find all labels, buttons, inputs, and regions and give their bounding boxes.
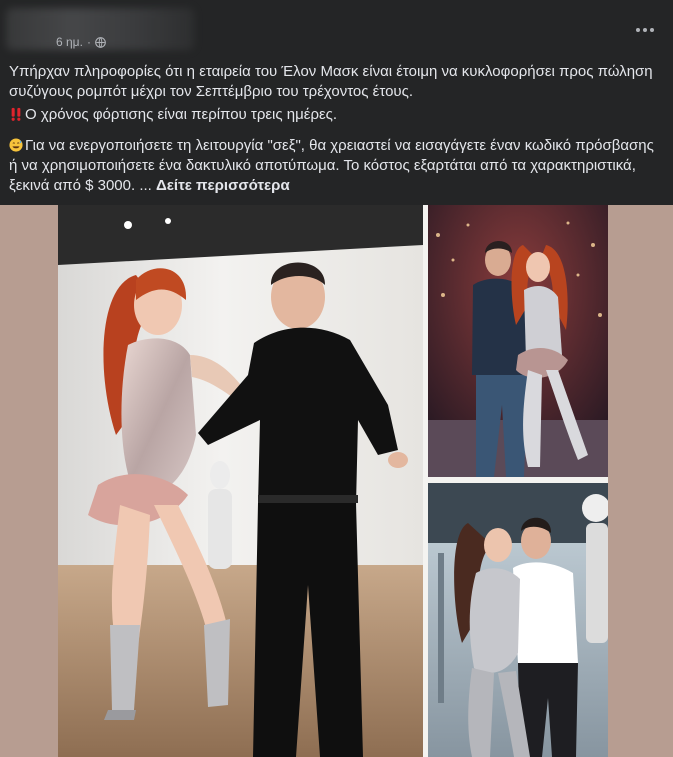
globe-icon: [95, 36, 106, 48]
post-paragraph-3: Για να ενεργοποιήσετε τη λειτουργία "σεξ…: [9, 136, 659, 196]
post-paragraph-1: Υπήρχαν πληροφορίες ότι η εταιρεία του Έ…: [9, 63, 653, 100]
post-paragraph-2: Ο χρόνος φόρτισης είναι περίπου τρεις ημ…: [9, 105, 659, 125]
meta-separator: ·: [86, 35, 91, 49]
facebook-post: 6 ημ. · Υπήρχαν πληροφορίες ότι η εταιρε…: [0, 0, 673, 757]
post-media[interactable]: [0, 205, 673, 757]
photo-collage[interactable]: [58, 205, 608, 757]
bottom-right-photo[interactable]: [428, 483, 608, 757]
post-meta: 6 ημ. ·: [56, 35, 106, 49]
post-header: 6 ημ. ·: [0, 0, 673, 56]
double-exclamation-icon: [11, 107, 21, 121]
paragraph-2-text: Ο χρόνος φόρτισης είναι περίπου τρεις ημ…: [25, 106, 338, 123]
see-more-link[interactable]: Δείτε περισσότερα: [156, 177, 290, 194]
grinning-sweat-face-icon: [9, 138, 23, 152]
top-right-photo[interactable]: [428, 205, 608, 477]
more-options-icon[interactable]: [631, 20, 659, 40]
post-timestamp[interactable]: 6 ημ.: [56, 35, 83, 49]
main-photo[interactable]: [58, 205, 423, 757]
paragraph-3-text: Για να ενεργοποιήσετε τη λειτουργία "σεξ…: [9, 137, 654, 194]
